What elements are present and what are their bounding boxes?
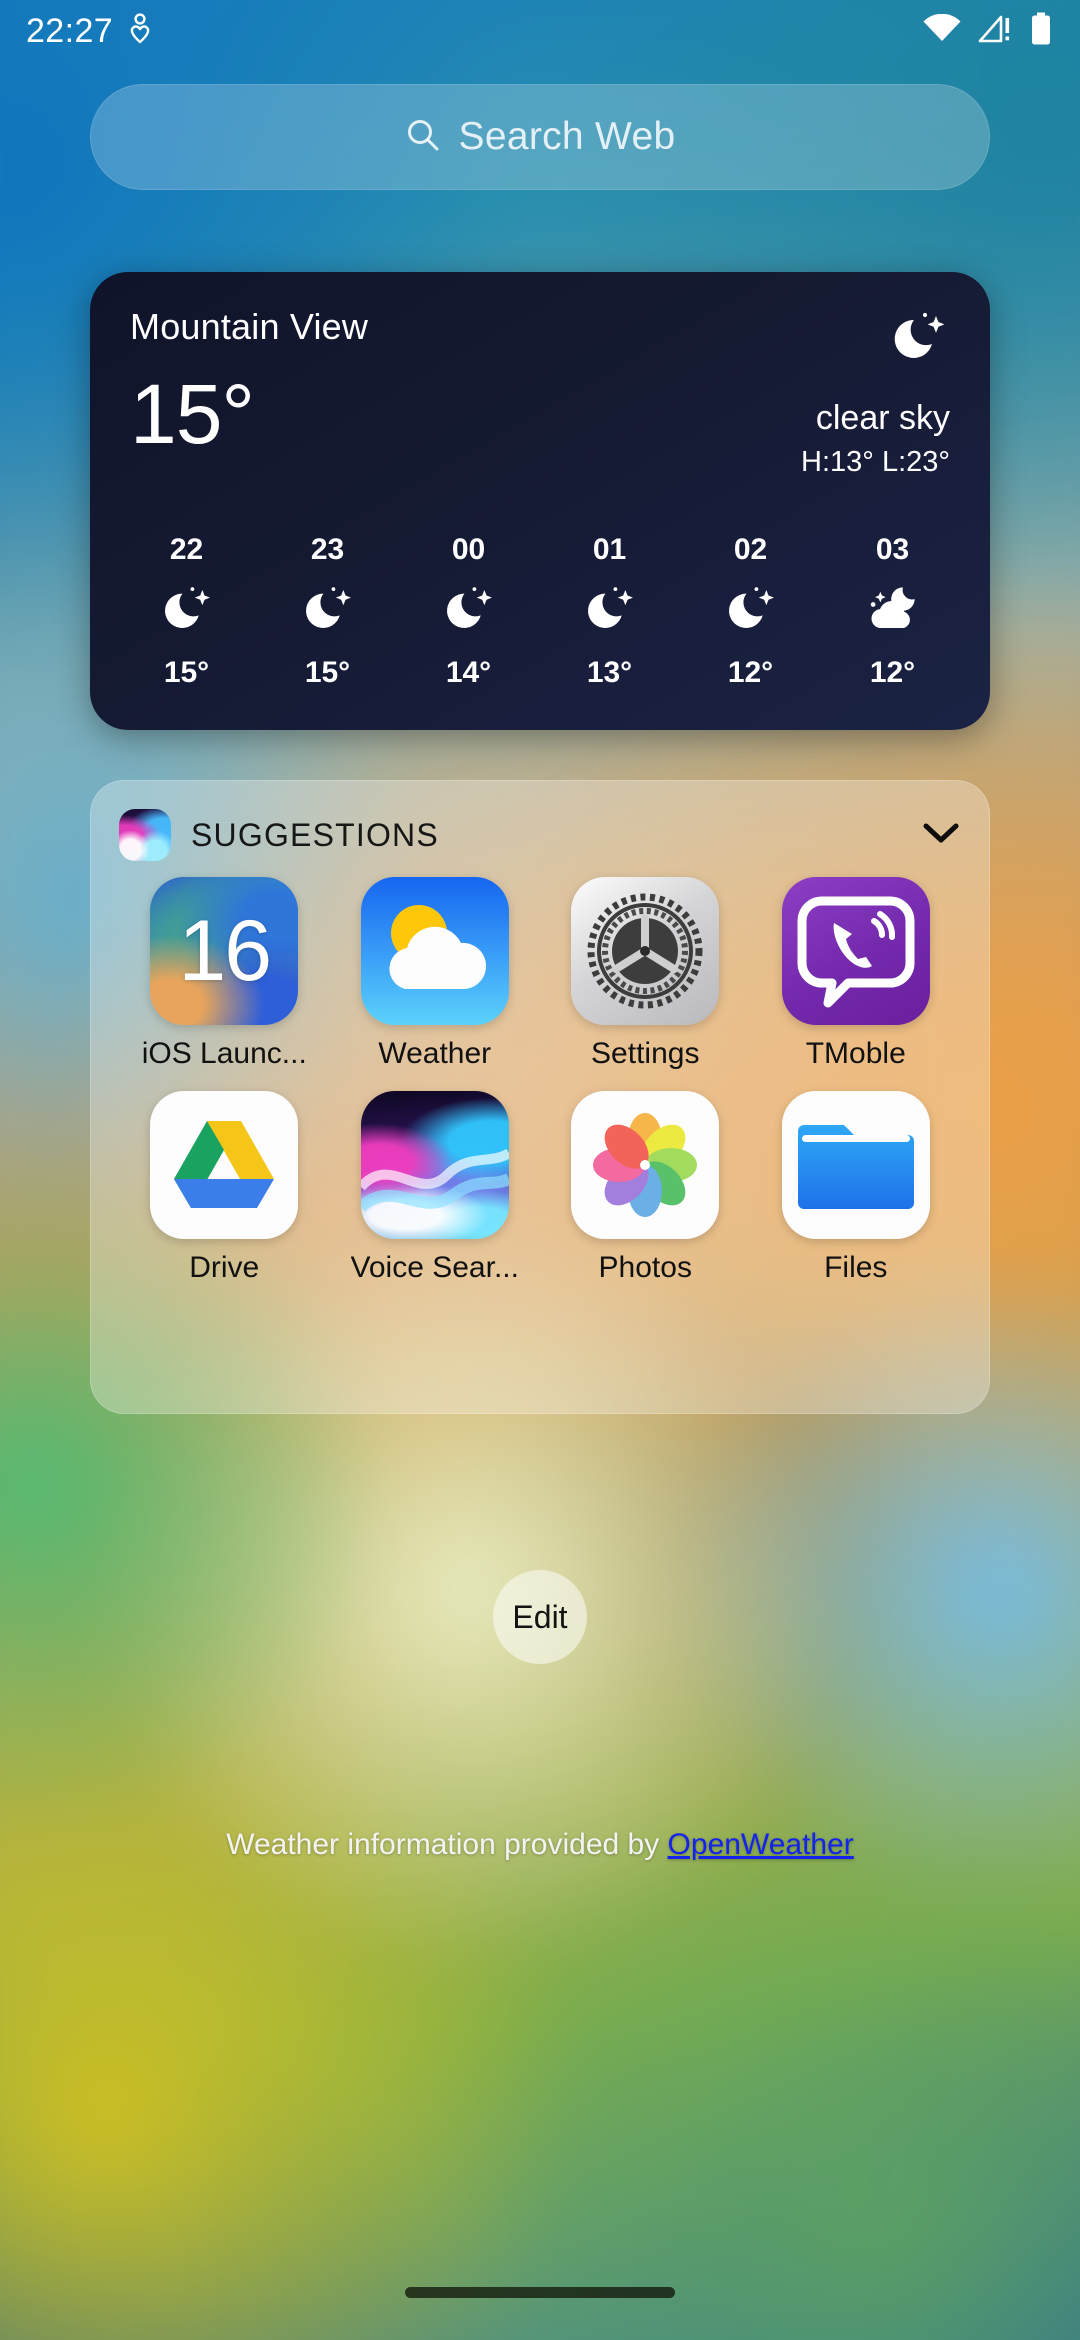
app-label: Voice Sear... xyxy=(350,1251,519,1284)
app-ios-launcher[interactable]: 16 iOS Launc... xyxy=(119,877,330,1071)
moon-stars-icon xyxy=(723,581,779,642)
voice-search-icon xyxy=(360,1091,509,1239)
settings-gear-icon xyxy=(571,877,720,1025)
battery-full-icon xyxy=(1030,12,1052,51)
suggestions-panel: SUGGESTIONS 16 iOS Launc... Weather Sett… xyxy=(90,780,990,1414)
forecast-temp: 14° xyxy=(445,656,492,689)
siri-icon xyxy=(119,809,171,861)
status-bar-clock: 22:27 xyxy=(26,11,114,50)
weather-app-icon xyxy=(360,877,509,1025)
edit-button-label: Edit xyxy=(512,1598,568,1635)
app-label: Drive xyxy=(189,1251,260,1284)
weather-widget[interactable]: Mountain View 15° clear sky H:13° L:23° … xyxy=(90,272,990,730)
weather-attribution: Weather information provided by OpenWeat… xyxy=(0,1828,1080,1862)
forecast-temp: 13° xyxy=(586,656,633,689)
files-folder-icon xyxy=(781,1091,930,1239)
search-bar[interactable]: Search Web xyxy=(90,84,990,190)
forecast-hour: 02 12° xyxy=(723,533,779,690)
app-tmoble[interactable]: TMoble xyxy=(751,877,962,1071)
suggestions-title: SUGGESTIONS xyxy=(191,816,439,853)
forecast-temp: 12° xyxy=(869,656,916,689)
status-bar-left: 22:27 xyxy=(26,12,153,51)
chevron-down-icon[interactable] xyxy=(921,820,961,851)
app-label: iOS Launc... xyxy=(141,1037,307,1070)
forecast-hour: 00 14° xyxy=(441,533,497,690)
forecast-hour: 01 13° xyxy=(582,533,638,690)
app-label: Photos xyxy=(598,1251,692,1284)
forecast-time: 22 xyxy=(169,533,204,566)
weather-high-low: H:13° L:23° xyxy=(801,446,950,478)
edit-button[interactable]: Edit xyxy=(493,1570,587,1664)
tmoble-phone-icon xyxy=(781,877,930,1025)
forecast-time: 23 xyxy=(310,533,345,566)
forecast-time: 00 xyxy=(451,533,486,566)
moon-stars-icon xyxy=(582,581,638,642)
weather-summary: Mountain View 15° clear sky H:13° L:23° xyxy=(130,306,950,479)
app-grid: 16 iOS Launc... Weather Settings TMoble … xyxy=(119,877,961,1285)
heart-person-icon xyxy=(127,12,153,50)
forecast-hour: 22 15° xyxy=(159,533,215,690)
app-drive[interactable]: Drive xyxy=(119,1091,330,1285)
weather-right: clear sky H:13° L:23° xyxy=(801,306,950,479)
forecast-hour: 23 15° xyxy=(300,533,356,690)
suggestions-header[interactable]: SUGGESTIONS xyxy=(119,807,961,863)
forecast-temp: 12° xyxy=(727,656,774,689)
app-voice-search[interactable]: Voice Sear... xyxy=(330,1091,541,1285)
weather-condition: clear sky xyxy=(815,399,950,437)
attribution-text: Weather information provided by xyxy=(226,1828,668,1861)
app-files[interactable]: Files xyxy=(751,1091,962,1285)
weather-city: Mountain View xyxy=(130,306,369,347)
weather-hourly-forecast: 22 15° 23 15° 00 14° 01 13° 02 12° 03 12… xyxy=(90,533,990,690)
app-photos[interactable]: Photos xyxy=(540,1091,751,1285)
search-input[interactable]: Search Web xyxy=(459,115,676,159)
moon-stars-icon xyxy=(441,581,497,642)
forecast-time: 02 xyxy=(733,533,768,566)
forecast-time: 03 xyxy=(875,533,910,566)
ios-version-glyph: 16 xyxy=(178,902,272,999)
app-label: TMoble xyxy=(805,1037,906,1070)
google-drive-icon xyxy=(150,1091,299,1239)
app-label: Weather xyxy=(378,1037,492,1070)
cellular-no-service-icon xyxy=(978,14,1014,49)
moon-stars-icon xyxy=(300,581,356,642)
ios-launcher-icon: 16 xyxy=(150,877,299,1025)
weather-left: Mountain View 15° xyxy=(130,306,368,479)
app-settings[interactable]: Settings xyxy=(540,877,751,1071)
app-weather[interactable]: Weather xyxy=(330,877,541,1071)
gesture-nav-pill[interactable] xyxy=(405,2287,675,2298)
status-bar: 22:27 xyxy=(0,0,1080,62)
forecast-temp: 15° xyxy=(163,656,210,689)
photos-pinwheel-icon xyxy=(571,1091,720,1239)
moon-stars-icon xyxy=(888,306,950,373)
weather-temperature: 15° xyxy=(130,367,255,461)
forecast-temp: 15° xyxy=(304,656,351,689)
wifi-icon xyxy=(922,13,962,49)
cloud-moon-icon xyxy=(864,581,922,642)
forecast-time: 01 xyxy=(592,533,627,566)
search-icon xyxy=(405,117,441,158)
status-bar-right xyxy=(922,12,1052,51)
moon-stars-icon xyxy=(159,581,215,642)
app-label: Settings xyxy=(591,1037,700,1070)
app-label: Files xyxy=(824,1251,888,1284)
forecast-hour: 03 12° xyxy=(864,533,922,690)
openweather-link[interactable]: OpenWeather xyxy=(668,1828,854,1861)
